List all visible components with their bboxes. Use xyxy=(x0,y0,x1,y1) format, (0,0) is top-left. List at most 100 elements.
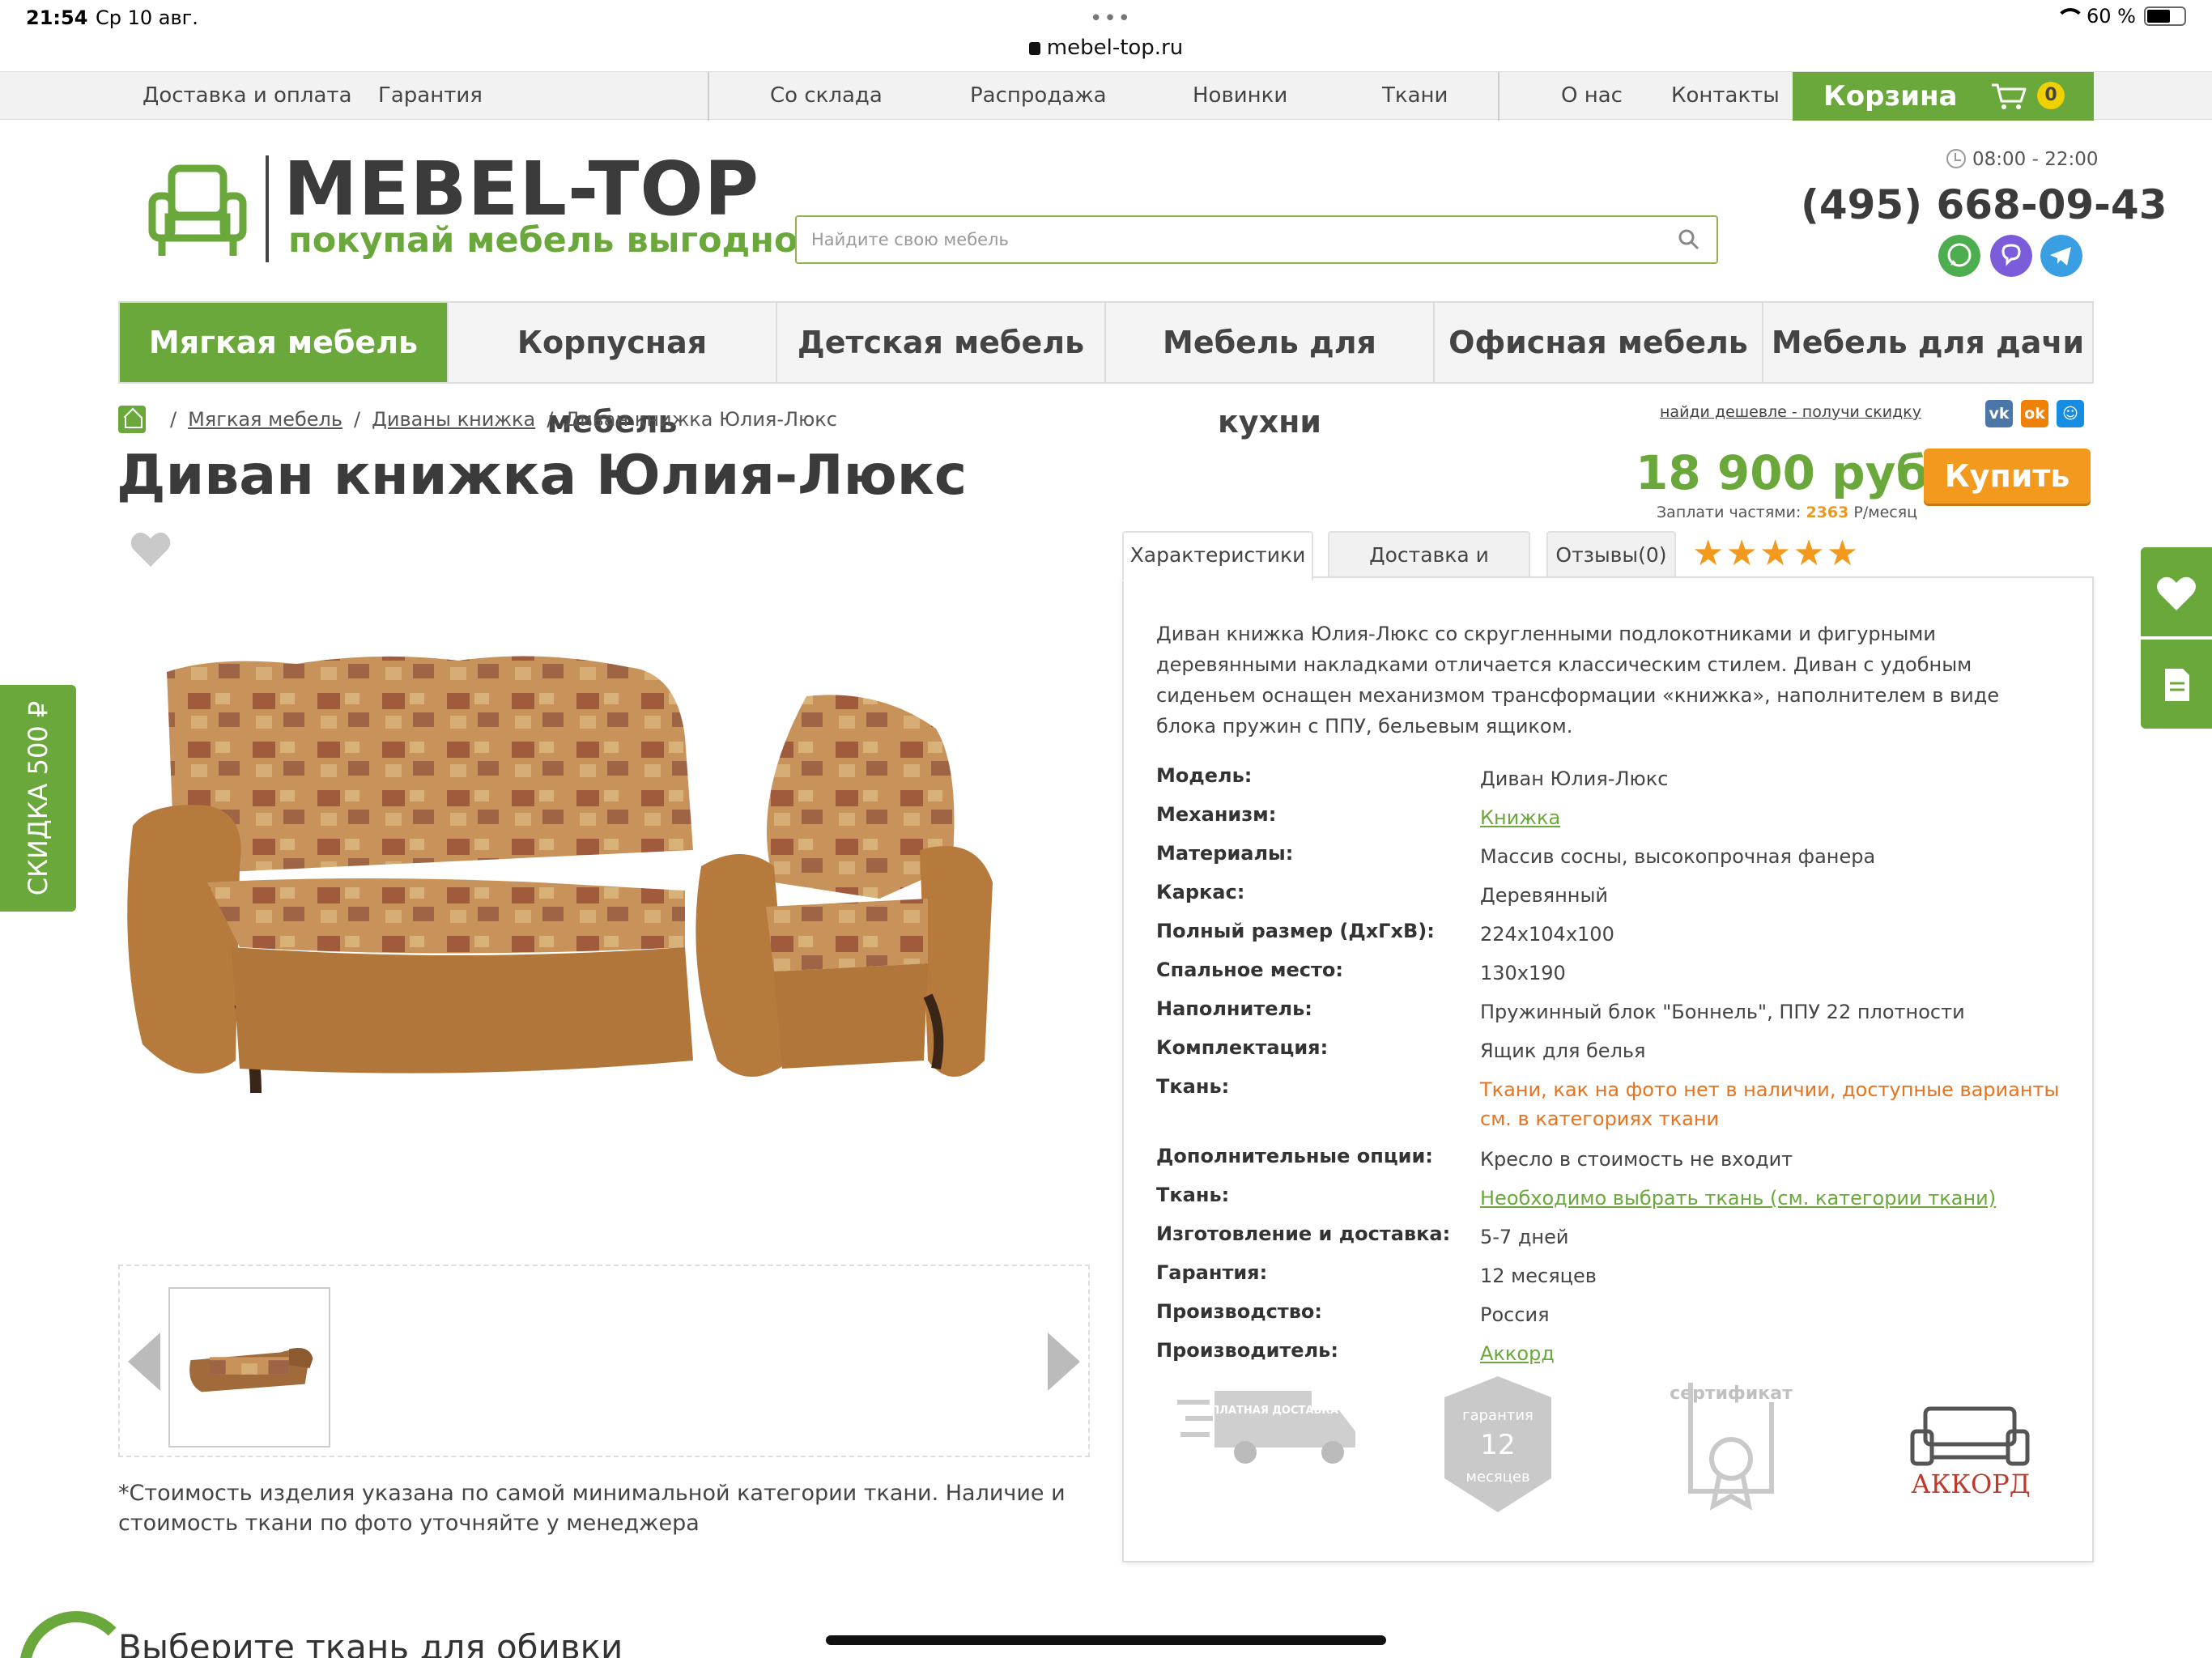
tab-characteristics[interactable]: Характеристики xyxy=(1122,531,1313,581)
breadcrumb-separator: / xyxy=(547,408,554,431)
home-indicator[interactable] xyxy=(826,1635,1386,1645)
spec-value: Ткани, как на фото нет в наличии, доступ… xyxy=(1480,1078,2060,1130)
spec-label: Изготовление и доставка: xyxy=(1156,1222,1451,1245)
topnav-stock[interactable]: Со склада xyxy=(770,83,883,108)
installment-suffix: Р/месяц xyxy=(1853,504,1918,521)
spec-label: Комплектация: xyxy=(1156,1036,1329,1059)
cart-icon xyxy=(1992,83,2027,109)
mailru-share-icon[interactable]: ☺ xyxy=(2057,400,2084,427)
search-input[interactable] xyxy=(811,227,1621,253)
topnav-new[interactable]: Новинки xyxy=(1193,83,1287,108)
breadcrumb-soft-furniture[interactable]: Мягкая мебель xyxy=(188,408,342,431)
lock-icon xyxy=(1028,42,1040,55)
warranty-badge-bottom: месяцев xyxy=(1465,1469,1529,1486)
buy-button[interactable]: Купить xyxy=(1924,449,2091,504)
breadcrumb-sofas[interactable]: Диваны книжка xyxy=(372,408,535,431)
akkord-brand-badge: АККОРД xyxy=(1910,1406,2031,1499)
breadcrumb-separator: / xyxy=(170,408,177,431)
search-box xyxy=(795,215,1718,264)
spec-value[interactable]: Аккорд xyxy=(1480,1339,2063,1368)
price-note: *Стоимость изделия указана по самой мини… xyxy=(118,1481,1066,1536)
certificate-badge-text: сертификат xyxy=(1670,1384,1793,1404)
ok-share-label: ok xyxy=(2024,405,2045,423)
spec-label: Гарантия: xyxy=(1156,1261,1268,1284)
home-icon[interactable] xyxy=(118,406,146,433)
category-dacha[interactable]: Мебель для дачи xyxy=(1763,303,2092,382)
spec-value: Ящик для белья xyxy=(1480,1039,1646,1062)
topnav-contacts[interactable]: Контакты xyxy=(1671,83,1780,108)
vk-share-label: vk xyxy=(1989,405,2010,423)
topnav-divider xyxy=(1498,72,1499,121)
category-nav: Мягкая мебель Корпусная мебель Детская м… xyxy=(118,301,2094,440)
spec-label: Модель: xyxy=(1156,764,1253,787)
spec-value: 130x190 xyxy=(1480,962,1566,984)
favorites-side-button[interactable] xyxy=(2141,547,2212,636)
telegram-icon[interactable] xyxy=(2040,235,2082,277)
thumbnail-next-arrow[interactable] xyxy=(1048,1333,1080,1391)
working-hours: 08:00 - 22:00 xyxy=(1946,149,2099,170)
cart-count-badge: 0 xyxy=(2037,82,2065,109)
address-bar[interactable]: mebel-top.ru xyxy=(0,36,2212,60)
category-office[interactable]: Офисная мебель xyxy=(1435,303,1763,382)
discount-side-tab[interactable]: СКИДКА 500 ₽ xyxy=(0,685,76,912)
viber-icon[interactable] xyxy=(1990,235,2032,277)
thumbnail-1[interactable] xyxy=(168,1287,330,1448)
decorative-arc xyxy=(19,1611,133,1658)
battery-icon xyxy=(2144,6,2186,26)
breadcrumb: / Мягкая мебель / Диваны книжка / Диван … xyxy=(118,405,837,434)
cart-button[interactable]: Корзина 0 xyxy=(1793,72,2094,121)
compare-side-button[interactable] xyxy=(2141,640,2212,729)
installment-amount: 2363 xyxy=(1806,504,1849,521)
spec-label: Механизм: xyxy=(1156,803,1277,826)
status-date: Ср 10 авг. xyxy=(96,6,198,29)
spec-label: Дополнительные опции: xyxy=(1156,1145,1433,1167)
search-icon[interactable] xyxy=(1678,228,1700,251)
vk-share-icon[interactable]: vk xyxy=(1985,400,2013,427)
ok-share-icon[interactable]: ok xyxy=(2021,400,2048,427)
phone-number[interactable]: (495) 668-09-43 xyxy=(1801,181,2167,228)
spec-value[interactable]: Книжка xyxy=(1480,803,2063,832)
thumbnail-prev-arrow[interactable] xyxy=(128,1333,160,1391)
spec-value: 5-7 дней xyxy=(1480,1226,1569,1248)
heart-icon[interactable] xyxy=(130,529,172,568)
tab-reviews[interactable]: Отзывы(0) xyxy=(1546,531,1676,578)
top-nav: Доставка и оплата Гарантия Со склада Рас… xyxy=(0,71,2212,121)
discount-text: СКИДКА 500 ₽ xyxy=(23,700,53,896)
delivery-badge-text: БЕСПЛАТНАЯ ДОСТАВКА xyxy=(1188,1405,1338,1417)
topnav-delivery[interactable]: Доставка и оплата xyxy=(143,83,352,108)
category-kitchen[interactable]: Мебель для кухни xyxy=(1106,303,1435,440)
status-time: 21:54 xyxy=(26,6,88,29)
battery-percent: 60 % xyxy=(2087,5,2136,28)
spec-value[interactable]: Необходимо выбрать ткань (см. категории … xyxy=(1480,1184,2063,1213)
category-soft[interactable]: Мягкая мебель xyxy=(120,303,449,382)
whatsapp-icon[interactable] xyxy=(1938,235,1980,277)
spec-label: Ткань: xyxy=(1156,1184,1230,1206)
category-kids[interactable]: Детская мебель xyxy=(777,303,1106,382)
rating-stars[interactable]: ★★★★★ xyxy=(1692,533,1860,574)
spec-value: Диван Юлия-Люкс xyxy=(1480,767,1669,790)
akkord-brand-text: АККОРД xyxy=(1911,1469,2031,1499)
tab-delivery[interactable]: Доставка и оплата xyxy=(1328,531,1530,612)
topnav-warranty[interactable]: Гарантия xyxy=(378,83,483,108)
spec-label: Спальное место: xyxy=(1156,959,1343,981)
find-cheaper-link[interactable]: найди дешевле - получи скидку xyxy=(1660,403,1921,421)
armchair-logo-icon xyxy=(148,164,247,256)
product-description: Диван книжка Юлия-Люкс со скругленными п… xyxy=(1156,623,2000,738)
breadcrumb-current: Диван книжка Юлия-Люкс xyxy=(564,408,837,431)
spec-value: Россия xyxy=(1480,1303,1550,1326)
certificate-badge: сертификат xyxy=(1670,1383,1793,1511)
spec-label: Материалы: xyxy=(1156,842,1294,865)
topnav-fabrics[interactable]: Ткани xyxy=(1382,83,1448,108)
topnav-sale[interactable]: Распродажа xyxy=(970,83,1107,108)
category-cabinet[interactable]: Корпусная мебель xyxy=(449,303,777,440)
topnav-about[interactable]: О нас xyxy=(1561,83,1623,108)
installment-prefix: Заплати частями: xyxy=(1657,504,1802,521)
tab-overflow-icon[interactable]: ••• xyxy=(1090,6,1132,31)
status-right: 60 % xyxy=(2056,5,2186,28)
clock-icon xyxy=(1946,149,1966,168)
logo-title[interactable]: MEBEL-TOP xyxy=(283,152,759,227)
spec-value: 12 месяцев xyxy=(1480,1265,1597,1287)
spec-label: Производитель: xyxy=(1156,1339,1338,1362)
wifi-icon xyxy=(2056,8,2086,24)
spec-value: Деревянный xyxy=(1480,884,1609,907)
